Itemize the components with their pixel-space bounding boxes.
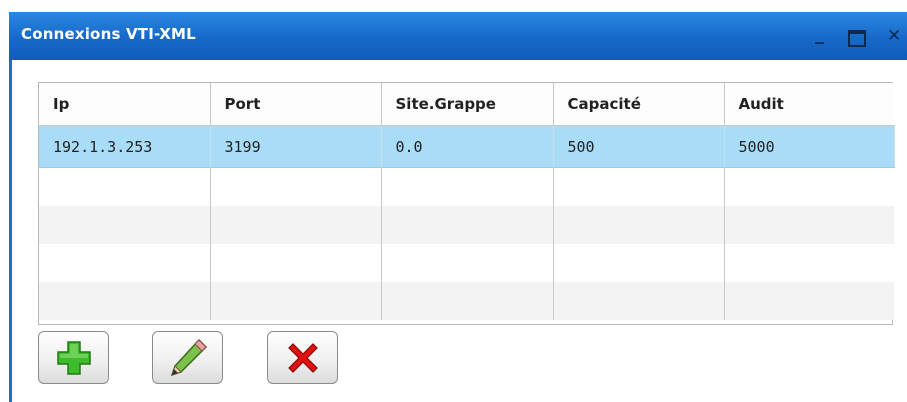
empty-row	[39, 167, 894, 206]
connections-table: Ip Port Site.Grappe Capacité Audit 192.1…	[39, 83, 895, 320]
column-header-ip[interactable]: Ip	[39, 83, 211, 126]
column-header-site-grappe[interactable]: Site.Grappe	[381, 83, 554, 126]
add-button[interactable]	[38, 331, 109, 384]
cell-audit: 5000	[724, 125, 895, 168]
cell-port: 3199	[210, 125, 382, 168]
pencil-icon	[170, 338, 207, 376]
window-titlebar[interactable]: Connexions VTI-XML _ ✕	[9, 12, 907, 60]
column-header-port[interactable]: Port	[210, 83, 382, 126]
connections-grid: Ip Port Site.Grappe Capacité Audit 192.1…	[38, 82, 895, 325]
delete-button[interactable]	[267, 331, 338, 384]
column-header-capacite[interactable]: Capacité	[553, 83, 725, 126]
column-header-audit[interactable]: Audit	[724, 83, 894, 126]
edit-button[interactable]	[152, 331, 223, 384]
header-row: Ip Port Site.Grappe Capacité Audit	[39, 83, 894, 126]
maximize-icon[interactable]	[848, 30, 866, 47]
empty-row	[39, 206, 894, 244]
table-row[interactable]: 192.1.3.253 3199 0.0 500 5000	[39, 125, 895, 168]
minimize-icon[interactable]: _	[815, 26, 824, 44]
empty-row	[39, 244, 894, 282]
add-icon	[56, 340, 91, 375]
cell-ip: 192.1.3.253	[39, 125, 211, 168]
cell-capacite: 500	[553, 125, 725, 168]
empty-row	[39, 282, 894, 320]
close-icon[interactable]: ✕	[887, 27, 901, 45]
delete-icon	[287, 342, 318, 373]
window-title: Connexions VTI-XML	[21, 25, 196, 43]
cell-site-grappe: 0.0	[381, 125, 554, 168]
